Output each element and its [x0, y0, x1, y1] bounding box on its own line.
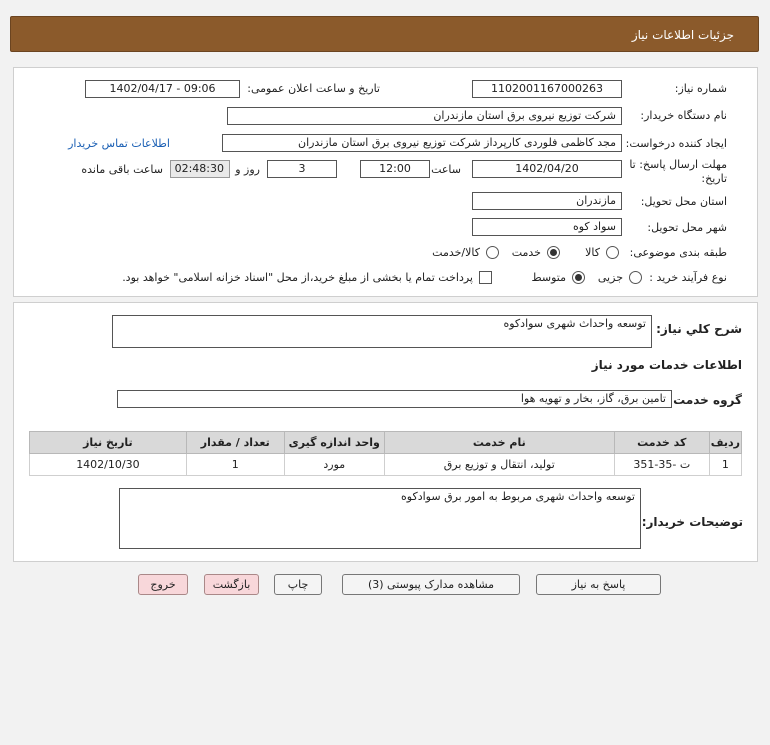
- category-label: طبقه بندی موضوعی:: [629, 246, 727, 259]
- province-label: استان محل تحویل:: [640, 195, 727, 208]
- process-option-medium: متوسط: [531, 271, 566, 284]
- general-desc-field: توسعه واحداث شهری سوادکوه: [112, 315, 652, 348]
- cell-unit: مورد: [283, 453, 385, 476]
- deadline-time-label: ساعت: [431, 163, 461, 176]
- buyer-desc-label: توضیحات خریدار:: [641, 515, 743, 529]
- need-info-panel: شماره نیاز: 1102001167000263 تاریخ و ساع…: [13, 67, 758, 297]
- category-option-goods: کالا: [585, 246, 600, 259]
- deadline-label: مهلت ارسال پاسخ: تا: [629, 158, 727, 171]
- col-qty: تعداد / مقدار: [185, 431, 285, 454]
- service-group-label: گروه خدمت:: [668, 393, 742, 407]
- buyer-contact-link[interactable]: اطلاعات تماس خریدار: [68, 137, 170, 150]
- general-desc-label: شرح کلي نياز:: [656, 322, 742, 336]
- attachments-button[interactable]: مشاهده مدارک پیوستی (3): [342, 574, 520, 595]
- cell-row: 1: [708, 453, 743, 476]
- deadline-time-field: 12:00: [360, 160, 430, 178]
- col-date: تاریخ نیاز: [29, 431, 187, 454]
- category-radio-service[interactable]: [547, 246, 560, 259]
- cell-date: 1402/10/30: [29, 453, 187, 476]
- treasury-payment-note: پرداخت تمام یا بخشی از مبلغ خرید،از محل …: [122, 271, 473, 284]
- back-button[interactable]: بازگشت: [204, 574, 259, 595]
- reply-button[interactable]: پاسخ به نیاز: [536, 574, 661, 595]
- need-number-label: شماره نیاز:: [674, 82, 727, 95]
- remaining-label: ساعت باقی مانده: [81, 163, 163, 176]
- category-radio-goods-service[interactable]: [486, 246, 499, 259]
- days-field: 3: [267, 160, 337, 178]
- remaining-time-field: 02:48:30: [170, 160, 230, 178]
- page-title-bar: جزئیات اطلاعات نیاز: [10, 16, 759, 52]
- col-row: ردیف: [708, 431, 743, 454]
- province-field: مازندران: [472, 192, 622, 210]
- process-label: نوع فرآیند خرید :: [649, 271, 727, 284]
- treasury-payment-checkbox[interactable]: [479, 271, 492, 284]
- need-number-field: 1102001167000263: [472, 80, 622, 98]
- cell-name: تولید، انتقال و توزیع برق: [383, 453, 615, 476]
- creator-field: مجد کاظمی فلوردی کارپرداز شرکت توزیع نیر…: [222, 134, 622, 152]
- deadline-label-date: تاریخ:: [701, 172, 727, 185]
- print-button[interactable]: چاپ: [274, 574, 322, 595]
- deadline-date-field: 1402/04/20: [472, 160, 622, 178]
- category-option-goods-service: کالا/خدمت: [432, 246, 480, 259]
- category-option-service: خدمت: [511, 246, 541, 259]
- creator-label: ایجاد کننده درخواست:: [625, 137, 727, 150]
- cell-qty: 1: [185, 453, 285, 476]
- services-table: ردیف کد خدمت نام خدمت واحد اندازه گیری ت…: [29, 431, 743, 476]
- process-radio-minor[interactable]: [629, 271, 642, 284]
- services-heading: اطلاعات خدمات مورد نیاز: [591, 358, 742, 372]
- col-name: نام خدمت: [383, 431, 615, 454]
- announce-label: تاریخ و ساعت اعلان عمومی:: [247, 82, 380, 95]
- city-label: شهر محل تحویل:: [647, 221, 727, 234]
- buyer-field: شرکت توزیع نیروی برق استان مازندران: [227, 107, 622, 125]
- buyer-desc-field: توسعه واحداث شهری مربوط به امور برق سواد…: [119, 488, 641, 549]
- services-table-header: ردیف کد خدمت نام خدمت واحد اندازه گیری ت…: [29, 431, 743, 454]
- buyer-label: نام دستگاه خریدار:: [640, 109, 727, 122]
- col-code: کد خدمت: [613, 431, 710, 454]
- service-group-field: تامین برق، گاز، بخار و تهویه هوا: [117, 390, 672, 408]
- city-field: سواد کوه: [472, 218, 622, 236]
- process-option-minor: جزیی: [597, 271, 623, 284]
- process-radio-medium[interactable]: [572, 271, 585, 284]
- col-unit: واحد اندازه گیری: [283, 431, 385, 454]
- days-label: روز و: [235, 163, 260, 176]
- announce-field: 1402/04/17 - 09:06: [85, 80, 240, 98]
- page-title: جزئیات اطلاعات نیاز: [631, 28, 734, 42]
- table-row: 1 ت -35-351 تولید، انتقال و توزیع برق مو…: [29, 453, 743, 476]
- cell-code: ت -35-351: [613, 453, 710, 476]
- category-radio-goods[interactable]: [606, 246, 619, 259]
- exit-button[interactable]: خروج: [138, 574, 188, 595]
